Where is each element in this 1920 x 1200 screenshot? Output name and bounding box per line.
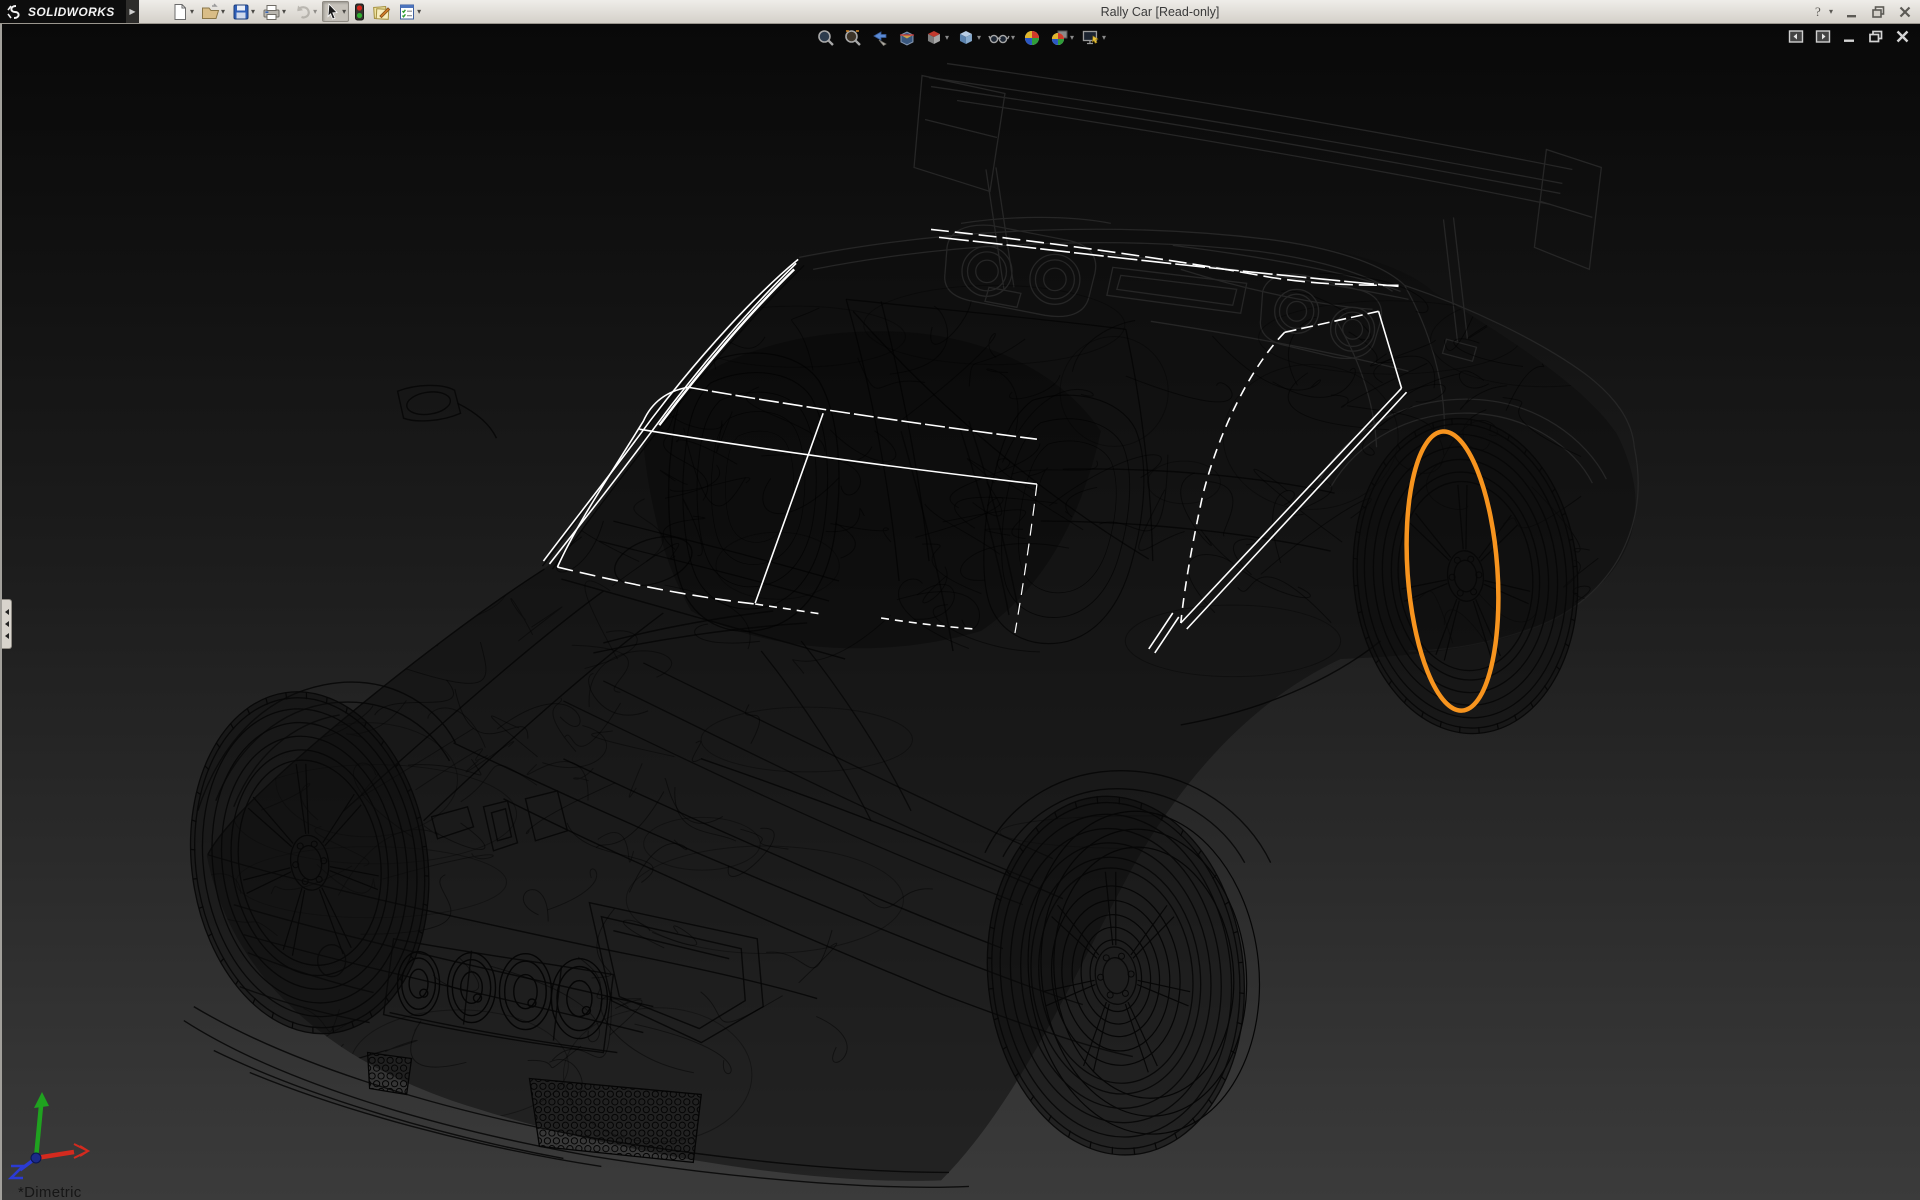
- help-dropdown[interactable]: ▾: [1829, 7, 1833, 16]
- previous-view-button[interactable]: [869, 27, 891, 49]
- document-window-controls: [1788, 29, 1910, 44]
- svg-text:?: ?: [1815, 4, 1821, 19]
- hide-show-items-dropdown[interactable]: ▾: [1011, 34, 1015, 42]
- select-dropdown[interactable]: ▾: [342, 8, 346, 16]
- undo-button[interactable]: ▾: [291, 2, 319, 22]
- traffic-light-icon: [354, 3, 365, 21]
- pane-toggle-right-icon: [1815, 29, 1831, 44]
- view-settings-button[interactable]: ▾: [1080, 27, 1107, 49]
- display-style-icon: [956, 28, 976, 48]
- previous-view-icon: [870, 28, 890, 48]
- select-cursor-icon: [325, 3, 341, 20]
- view-orientation-icon: [924, 28, 944, 48]
- new-button[interactable]: ▾: [169, 2, 196, 22]
- titlebar-controls: ? ▾: [1813, 0, 1912, 23]
- new-dropdown[interactable]: ▾: [190, 8, 194, 16]
- options-checklist-icon: [398, 3, 416, 21]
- triad-x-arrow: [74, 1144, 88, 1158]
- minimize-button[interactable]: [1845, 5, 1859, 19]
- reference-triad: [4, 1086, 104, 1181]
- view-settings-icon: [1081, 28, 1101, 48]
- toolbar-flyout-button[interactable]: ▶: [126, 0, 139, 23]
- hide-show-items-button[interactable]: ▾: [987, 27, 1016, 49]
- main-toolbar: ▾ ▾ ▾ ▾ ▾ ▾: [169, 1, 423, 22]
- graphics-area[interactable]: ▾ ▾ ▾ ▾ ▾: [0, 24, 1920, 1200]
- print-icon: [262, 3, 281, 21]
- doc-restore-button[interactable]: [1868, 29, 1884, 44]
- view-orientation-label: *Dimetric: [18, 1184, 82, 1200]
- options-dropdown[interactable]: ▾: [417, 8, 421, 16]
- zoom-to-fit-button[interactable]: [815, 27, 837, 49]
- interference-check-button[interactable]: [352, 2, 367, 22]
- help-icon: ?: [1813, 4, 1827, 19]
- view-settings-dropdown[interactable]: ▾: [1102, 34, 1106, 42]
- collapse-arrow-icon: [5, 621, 9, 627]
- doc-minimize-button[interactable]: [1842, 29, 1857, 44]
- select-button[interactable]: ▾: [322, 1, 349, 22]
- model-wireframe-canvas[interactable]: [2, 24, 1920, 1200]
- view-orientation-button[interactable]: ▾: [923, 27, 950, 49]
- pane-toggle-right-button[interactable]: [1815, 29, 1831, 44]
- section-view-icon: [897, 28, 917, 48]
- save-dropdown[interactable]: ▾: [251, 8, 255, 16]
- pane-toggle-left-icon: [1788, 29, 1804, 44]
- edit-appearance-button[interactable]: [1021, 27, 1043, 49]
- save-floppy-icon: [232, 3, 250, 21]
- new-document-icon: [171, 3, 189, 21]
- undo-dropdown[interactable]: ▾: [313, 8, 317, 16]
- triad-z-arrow: [11, 1166, 23, 1178]
- open-dropdown[interactable]: ▾: [221, 8, 225, 16]
- glasses-icon: [988, 28, 1010, 48]
- design-binder-button[interactable]: [370, 2, 393, 22]
- section-view-button[interactable]: [896, 27, 918, 49]
- brand-name: SOLIDWORKS: [28, 5, 115, 19]
- help-button[interactable]: ? ▾: [1813, 4, 1833, 19]
- heads-up-view-toolbar: ▾ ▾ ▾ ▾ ▾: [815, 27, 1107, 49]
- triad-y-axis: [36, 1106, 41, 1158]
- solidworks-logo-icon: [6, 4, 24, 20]
- display-style-button[interactable]: ▾: [955, 27, 982, 49]
- collapse-arrow-icon: [5, 633, 9, 639]
- apply-scene-dropdown[interactable]: ▾: [1070, 34, 1074, 42]
- close-button[interactable]: [1898, 5, 1912, 19]
- solidworks-logo: SOLIDWORKS: [0, 0, 126, 23]
- apply-scene-icon: [1049, 28, 1069, 48]
- undo-icon: [293, 3, 312, 21]
- collapse-arrow-icon: [5, 609, 9, 615]
- view-orientation-dropdown[interactable]: ▾: [945, 34, 949, 42]
- open-button[interactable]: ▾: [199, 2, 227, 22]
- pane-toggle-left-button[interactable]: [1788, 29, 1804, 44]
- solidworks-window: SOLIDWORKS ▶ ▾ ▾ ▾ ▾ ▾: [0, 0, 1920, 1200]
- titlebar: SOLIDWORKS ▶ ▾ ▾ ▾ ▾ ▾: [0, 0, 1920, 24]
- save-button[interactable]: ▾: [230, 2, 257, 22]
- apply-scene-button[interactable]: ▾: [1048, 27, 1075, 49]
- triad-x-axis: [36, 1152, 74, 1158]
- appearance-ball-icon: [1022, 28, 1042, 48]
- zoom-to-area-icon: [843, 28, 863, 48]
- design-binder-icon: [372, 3, 391, 21]
- window-title: Rally Car [Read-only]: [1101, 0, 1220, 23]
- featuremanager-collapsed-tab[interactable]: [2, 599, 12, 649]
- triad-origin: [31, 1153, 41, 1163]
- options-button[interactable]: ▾: [396, 2, 423, 22]
- doc-close-button[interactable]: [1895, 29, 1910, 44]
- print-dropdown[interactable]: ▾: [282, 8, 286, 16]
- zoom-to-area-button[interactable]: [842, 27, 864, 49]
- zoom-to-fit-icon: [816, 28, 836, 48]
- triad-y-arrow: [34, 1092, 49, 1108]
- restore-button[interactable]: [1871, 5, 1886, 19]
- print-button[interactable]: ▾: [260, 2, 288, 22]
- display-style-dropdown[interactable]: ▾: [977, 34, 981, 42]
- open-folder-icon: [201, 3, 220, 21]
